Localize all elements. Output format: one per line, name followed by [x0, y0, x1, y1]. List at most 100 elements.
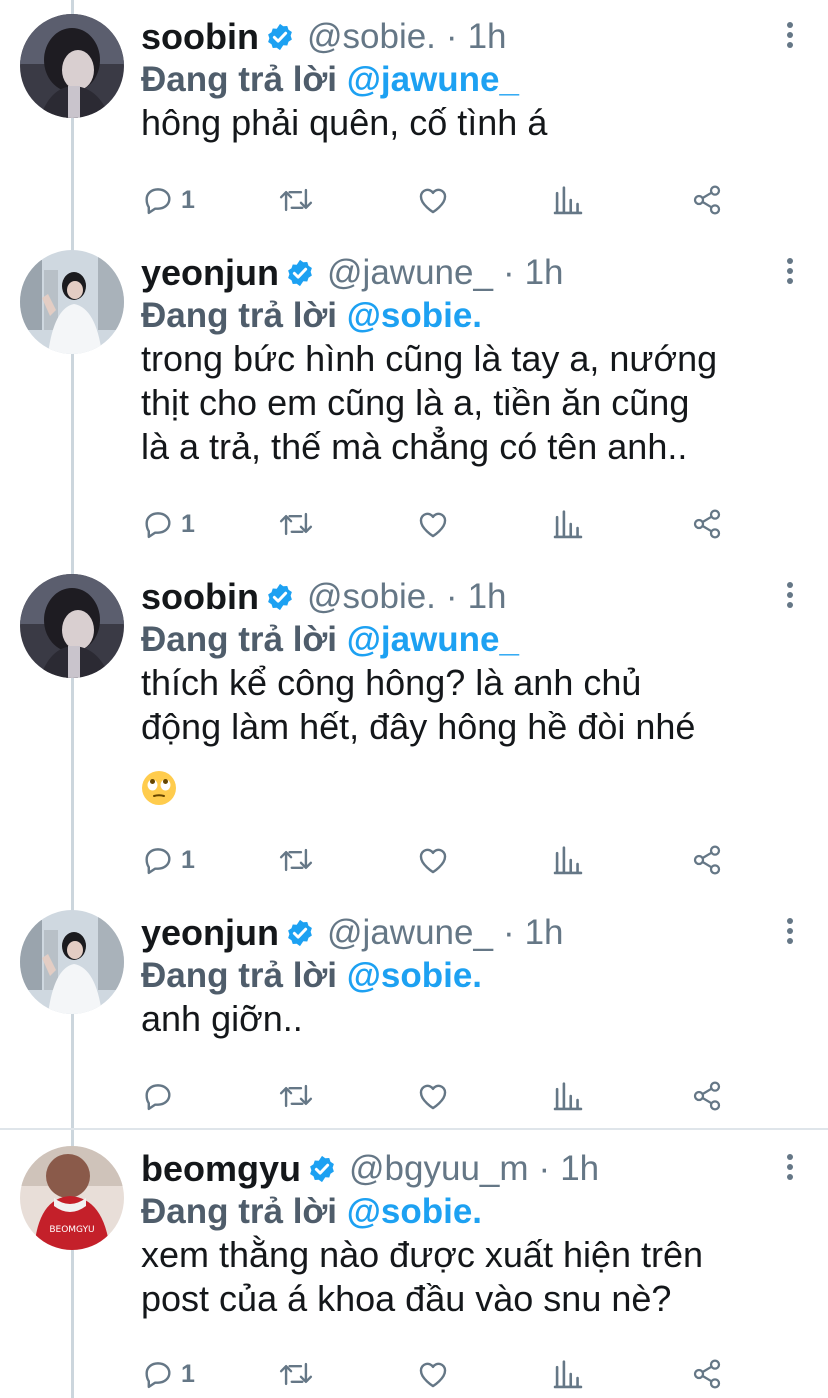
share-icon	[693, 1081, 721, 1111]
tweet-text: xem thằng nào được xuất hiện trên post c…	[141, 1234, 704, 1319]
stats-button[interactable]	[553, 1354, 583, 1394]
reply-mention[interactable]: @sobie.	[347, 296, 482, 335]
retweet-icon	[279, 1084, 313, 1108]
more-icon[interactable]	[782, 22, 798, 52]
stats-icon	[553, 846, 583, 875]
action-bar: 1	[141, 840, 741, 880]
reply-icon	[145, 188, 171, 215]
handle[interactable]: @sobie.	[307, 577, 436, 617]
like-icon	[419, 848, 447, 874]
beomgyu-avatar-image: BEOMGYU	[20, 1146, 124, 1250]
avatar[interactable]	[20, 14, 124, 118]
separator-dot: ·	[502, 253, 515, 292]
soobin-avatar-image	[20, 14, 124, 118]
retweet-button[interactable]	[277, 840, 315, 880]
display-name[interactable]: yeonjun	[141, 252, 279, 294]
like-button[interactable]	[416, 1076, 450, 1116]
avatar[interactable]: BEOMGYU	[20, 1146, 124, 1250]
handle[interactable]: @jawune_	[327, 253, 493, 293]
separator-dot: ·	[538, 1149, 551, 1188]
action-bar: 1	[141, 504, 741, 544]
retweet-button[interactable]	[277, 1354, 315, 1394]
reply-mention[interactable]: @sobie.	[347, 956, 482, 995]
retweet-button[interactable]	[277, 180, 315, 220]
reply-button[interactable]: 1	[141, 504, 195, 544]
more-icon[interactable]	[782, 258, 798, 288]
reply-prefix: Đang trả lời	[141, 620, 347, 659]
share-icon	[693, 845, 721, 875]
timestamp[interactable]: 1h	[525, 253, 564, 293]
reply-context: Đang trả lời @sobie.	[141, 1192, 482, 1232]
display-name[interactable]: beomgyu	[141, 1148, 301, 1190]
tweet-text: trong bức hình cũng là tay a, nướng thịt…	[141, 338, 718, 467]
reply-count: 1	[181, 509, 195, 538]
reply-button[interactable]	[141, 1076, 181, 1116]
display-name[interactable]: soobin	[141, 16, 259, 58]
verified-icon	[285, 258, 315, 288]
reply-count: 1	[181, 185, 195, 214]
soobin-avatar-image	[20, 574, 124, 678]
display-name[interactable]: soobin	[141, 576, 259, 618]
timestamp[interactable]: 1h	[468, 17, 507, 57]
stats-button[interactable]	[553, 1076, 583, 1116]
reply-button[interactable]: 1	[141, 1354, 195, 1394]
avatar[interactable]	[20, 250, 124, 354]
timestamp[interactable]: 1h	[525, 913, 564, 953]
jersey-text: BEOMGYU	[49, 1225, 94, 1235]
stats-button[interactable]	[553, 180, 583, 220]
retweet-icon	[279, 1362, 313, 1386]
reply-button[interactable]: 1	[141, 840, 195, 880]
share-button[interactable]	[691, 504, 723, 544]
reply-mention[interactable]: @jawune_	[347, 620, 519, 659]
more-icon[interactable]	[782, 582, 798, 612]
verified-icon	[265, 22, 295, 52]
reply-mention[interactable]: @jawune_	[347, 60, 519, 99]
like-button[interactable]	[416, 180, 450, 220]
handle[interactable]: @bgyuu_m	[349, 1149, 529, 1189]
tweet-header: yeonjun @jawune_ · 1h	[141, 910, 564, 956]
verified-icon	[265, 582, 295, 612]
retweet-button[interactable]	[277, 1076, 315, 1116]
share-button[interactable]	[691, 840, 723, 880]
handle[interactable]: @sobie.	[307, 17, 436, 57]
like-icon	[419, 1362, 447, 1388]
tweet-text: anh giỡn..	[141, 998, 303, 1039]
reply-icon	[145, 1362, 171, 1389]
share-icon	[693, 185, 721, 215]
like-button[interactable]	[416, 1354, 450, 1394]
like-button[interactable]	[416, 840, 450, 880]
share-button[interactable]	[691, 1076, 723, 1116]
action-bar	[141, 1076, 741, 1116]
face-with-rolling-eyes-emoji	[141, 770, 177, 806]
handle[interactable]: @jawune_	[327, 913, 493, 953]
stats-button[interactable]	[553, 840, 583, 880]
timestamp[interactable]: 1h	[468, 577, 507, 617]
tweet-header: beomgyu @bgyuu_m · 1h	[141, 1146, 599, 1192]
action-bar: 1	[141, 1354, 741, 1394]
reply-icon	[145, 848, 171, 875]
tweet-header: soobin @sobie. · 1h	[141, 14, 507, 60]
timestamp[interactable]: 1h	[560, 1149, 599, 1189]
stats-icon	[553, 186, 583, 215]
reply-button[interactable]: 1	[141, 180, 195, 220]
stats-button[interactable]	[553, 504, 583, 544]
stats-icon	[553, 1082, 583, 1111]
reply-count: 1	[181, 845, 195, 874]
retweet-button[interactable]	[277, 504, 315, 544]
reply-mention[interactable]: @sobie.	[347, 1192, 482, 1231]
share-button[interactable]	[691, 1354, 723, 1394]
verified-icon	[307, 1154, 337, 1184]
like-button[interactable]	[416, 504, 450, 544]
tweet-header: soobin @sobie. · 1h	[141, 574, 507, 620]
more-icon[interactable]	[782, 918, 798, 948]
retweet-icon	[279, 512, 313, 536]
more-icon[interactable]	[782, 1154, 798, 1184]
share-button[interactable]	[691, 180, 723, 220]
reply-context: Đang trả lời @sobie.	[141, 296, 482, 336]
share-icon	[693, 1359, 721, 1389]
verified-icon	[285, 918, 315, 948]
avatar[interactable]	[20, 574, 124, 678]
avatar[interactable]	[20, 910, 124, 1014]
display-name[interactable]: yeonjun	[141, 912, 279, 954]
like-icon	[419, 512, 447, 538]
